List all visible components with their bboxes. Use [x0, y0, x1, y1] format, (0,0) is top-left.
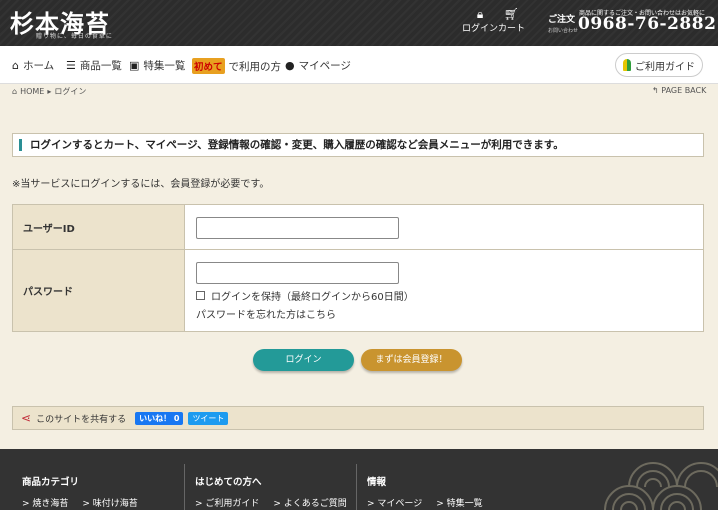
register-button[interactable]: まずは会員登録！ — [361, 349, 462, 371]
nav-mypage[interactable]: ● マイページ — [285, 58, 351, 73]
forgot-password-link[interactable]: パスワードを忘れた方はこちら — [196, 306, 336, 321]
keep-login-label: ログインを保持（最終ログインから60日間） — [211, 292, 414, 303]
password-input[interactable] — [196, 262, 399, 284]
header-login-label: ログイン — [462, 24, 499, 34]
header-login-link[interactable]: 🔒︎ ログイン — [462, 8, 498, 34]
facebook-like-button[interactable]: いいね！ 0 — [135, 411, 184, 425]
password-row: パスワード ログインを保持（最終ログインから60日間） パスワードを忘れた方はこ… — [13, 250, 703, 331]
user-id-label: ユーザーID — [13, 205, 185, 249]
site-header: 杉本海苔 贈り物に、毎日の食卓に 🔒︎ ログイン 🛒︎ カート 商品に関するご注… — [0, 0, 718, 46]
phone-number[interactable]: 0968-76-2882 — [578, 14, 716, 34]
nav-home-label: ホーム — [22, 60, 55, 72]
first-time-badge: 初めて — [192, 58, 225, 74]
nav-products-label: 商品一覧 — [79, 60, 122, 72]
lock-icon: 🔒︎ — [476, 7, 484, 21]
footer-column-first-time: はじめての方へ > ご利用ガイド > よくあるご質問 — [195, 474, 347, 509]
beginner-mark-icon — [623, 59, 631, 71]
footer-column-info: 情報 > マイページ > 特集一覧 — [367, 474, 483, 509]
footer-heading: はじめての方へ — [195, 477, 262, 488]
guide-button[interactable]: ご利用ガイド — [615, 53, 703, 77]
login-notice: ログインするとカート、マイページ、登録情報の確認・変更、購入履歴の確認など会員メ… — [12, 133, 704, 157]
list-icon: ☰ — [66, 59, 76, 72]
nav-products[interactable]: ☰ 商品一覧 — [66, 58, 122, 73]
share-bar: ⋖ このサイトを共有する いいね！ 0 ツイート — [12, 406, 704, 430]
footer-heading: 情報 — [367, 477, 387, 488]
page-back-label: PAGE BACK — [661, 86, 707, 95]
footer-link[interactable]: > 味付け海苔 — [82, 496, 137, 509]
home-icon: ⌂ — [12, 87, 18, 96]
wave-pattern-decoration — [604, 462, 718, 510]
login-button[interactable]: ログイン — [253, 349, 354, 371]
footer-heading: 商品カテゴリ — [22, 477, 80, 488]
nav-mypage-label: マイページ — [298, 60, 351, 72]
footer-link[interactable]: > 特集一覧 — [436, 496, 482, 509]
nav-first-time-label: で利用の方 — [228, 60, 282, 73]
breadcrumb-home[interactable]: HOME — [20, 87, 44, 96]
header-cart-label: カート — [498, 24, 526, 34]
guide-button-label: ご利用ガイド — [635, 61, 695, 73]
login-form: ユーザーID パスワード ログインを保持（最終ログインから60日間） パスワード… — [12, 204, 704, 332]
chevron-right-icon: ▸ — [47, 87, 52, 96]
footer-link[interactable]: > よくあるご質問 — [273, 496, 346, 509]
cart-icon: 🛒︎ — [503, 7, 520, 21]
registration-requirement: ※当サービスにログインするには、会員登録が必要です。 — [12, 179, 270, 190]
user-id-row: ユーザーID — [13, 205, 703, 250]
header-cart-link[interactable]: 🛒︎ カート — [498, 8, 525, 34]
page-back-link[interactable]: ↰ PAGE BACK — [652, 86, 706, 95]
keep-login-checkbox[interactable] — [196, 291, 205, 300]
twitter-tweet-button[interactable]: ツイート — [188, 411, 229, 425]
footer-link[interactable]: > 焼き海苔 — [22, 496, 68, 509]
footer-column-categories: 商品カテゴリ > 焼き海苔 > 味付け海苔 — [22, 474, 138, 509]
footer-divider — [184, 464, 185, 510]
password-label: パスワード — [13, 250, 185, 331]
keep-login-option[interactable]: ログインを保持（最終ログインから60日間） — [196, 288, 414, 303]
nav-home[interactable]: ⌂ ホーム — [12, 58, 54, 73]
order-sublabel: お問い合わせ — [548, 28, 579, 34]
share-icon: ⋖ — [21, 411, 32, 425]
nav-special[interactable]: ▣ 特集一覧 — [129, 58, 185, 73]
footer-link[interactable]: > ご利用ガイド — [195, 496, 259, 509]
breadcrumb-current: ログイン — [54, 87, 87, 96]
main-nav: ⌂ ホーム ☰ 商品一覧 ▣ 特集一覧 初めて で利用の方 ● マイページ ご利… — [0, 46, 718, 84]
breadcrumb: ⌂ HOME ▸ ログイン — [12, 86, 86, 97]
back-icon: ↰ — [652, 86, 659, 95]
footer-link[interactable]: > マイページ — [367, 496, 422, 509]
user-icon: ● — [285, 59, 295, 72]
logo-tagline: 贈り物に、毎日の食卓に — [36, 33, 113, 40]
share-label: このサイトを共有する — [36, 414, 127, 425]
book-icon: ▣ — [129, 59, 140, 72]
user-id-input[interactable] — [196, 217, 399, 239]
nav-first-time[interactable]: 初めて で利用の方 — [192, 58, 281, 74]
nav-special-label: 特集一覧 — [143, 60, 186, 72]
order-label: ご注文 — [548, 15, 576, 25]
home-icon: ⌂ — [12, 59, 19, 72]
footer-divider — [356, 464, 357, 510]
